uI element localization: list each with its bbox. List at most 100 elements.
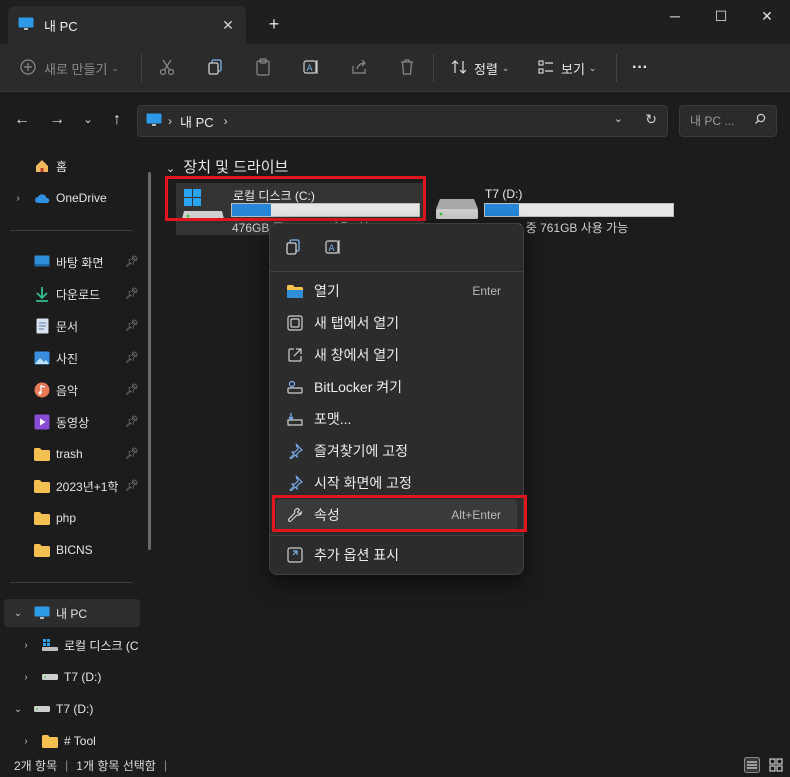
- menu-item-bitlocker[interactable]: BitLocker 켜기: [276, 371, 517, 403]
- sidebar-item-documents[interactable]: 문서 📌︎: [0, 312, 145, 340]
- sidebar-item-local-disk[interactable]: › 로컬 디스크 (C: [0, 631, 145, 659]
- delete-button[interactable]: [398, 54, 416, 82]
- search-placeholder: 내 PC ...: [690, 114, 735, 128]
- monitor-icon: [34, 605, 50, 621]
- drive-usage-bar: [484, 203, 674, 217]
- chevron-right-icon[interactable]: ›: [20, 640, 32, 651]
- sidebar-item-onedrive[interactable]: › OneDrive: [0, 184, 145, 212]
- pin-icon[interactable]: 📌︎: [125, 255, 139, 268]
- highlight-box-drive: [165, 176, 426, 221]
- rename-button[interactable]: A: [302, 54, 320, 82]
- menu-item-more-options[interactable]: 추가 옵션 표시: [276, 539, 517, 571]
- share-button[interactable]: [350, 54, 368, 82]
- drive-icon: [42, 669, 58, 685]
- menu-item-pin-quick-access[interactable]: 즐겨찾기에 고정: [276, 435, 517, 467]
- chevron-down-icon[interactable]: ⌄: [12, 608, 24, 619]
- pin-icon[interactable]: 📌︎: [125, 319, 139, 332]
- rename-icon[interactable]: A: [324, 238, 342, 259]
- address-bar[interactable]: › 내 PC › ⌄ ↻: [137, 105, 668, 137]
- copy-icon[interactable]: [284, 238, 302, 259]
- sidebar-item-this-pc[interactable]: ⌄ 내 PC: [4, 599, 140, 627]
- menu-item-shortcut: Enter: [472, 284, 501, 298]
- pin-icon[interactable]: 📌︎: [125, 351, 139, 364]
- close-button[interactable]: ✕: [744, 0, 790, 32]
- pictures-icon: [34, 350, 50, 366]
- chevron-down-icon: ⌄: [166, 163, 176, 175]
- pin-icon[interactable]: 📌︎: [125, 447, 139, 460]
- more-options-button[interactable]: ···: [632, 54, 648, 82]
- pin-icon[interactable]: 📌︎: [125, 479, 139, 492]
- sidebar-item-downloads[interactable]: 다운로드 📌︎: [0, 280, 145, 308]
- chevron-right-icon[interactable]: ›: [20, 672, 32, 683]
- pin-icon[interactable]: 📌︎: [125, 287, 139, 300]
- download-icon: [34, 286, 50, 302]
- folder-icon: [42, 733, 58, 749]
- folder-icon: [34, 510, 50, 526]
- new-tab-button[interactable]: +: [264, 12, 284, 36]
- tab-close-button[interactable]: ✕: [218, 15, 238, 35]
- menu-item-open-new-tab[interactable]: 새 탭에서 열기: [276, 307, 517, 339]
- group-header[interactable]: ⌄ 장치 및 드라이브: [166, 156, 288, 177]
- recent-locations-chevron-icon[interactable]: ⌄: [76, 108, 100, 132]
- navigation-pane: 홈 › OneDrive 바탕 화면 📌︎ 다운로드 📌︎ 문서 📌︎ 사진 📌…: [0, 148, 152, 753]
- sidebar-item-t7[interactable]: ⌄ T7 (D:): [0, 695, 145, 723]
- sidebar-item-php[interactable]: php: [0, 504, 145, 532]
- sidebar-item-label: 내 PC: [56, 606, 88, 621]
- folder-icon: [34, 542, 50, 558]
- minimize-button[interactable]: ─: [652, 0, 698, 32]
- sidebar-item-label: trash: [56, 447, 83, 461]
- sidebar-item-label: 홈: [56, 159, 68, 174]
- copy-button[interactable]: [206, 54, 224, 82]
- breadcrumb-this-pc[interactable]: 내 PC: [180, 112, 214, 131]
- cut-button[interactable]: [158, 54, 176, 82]
- format-drive-icon: [286, 410, 304, 428]
- status-separator: |: [163, 758, 167, 772]
- chevron-down-icon: ⌄: [501, 62, 510, 73]
- sidebar-item-desktop[interactable]: 바탕 화면 📌︎: [0, 248, 145, 276]
- sidebar-item-2023[interactable]: 2023년+1학 📌︎: [0, 472, 145, 500]
- chevron-right-icon[interactable]: ›: [12, 193, 24, 204]
- tiles-view-icon[interactable]: [768, 757, 784, 776]
- menu-item-format[interactable]: 포맷...: [276, 403, 517, 435]
- sidebar-item-label: php: [56, 511, 77, 525]
- chevron-right-icon[interactable]: ›: [20, 736, 32, 747]
- breadcrumb-chevron-icon[interactable]: ›: [224, 114, 228, 128]
- sidebar-item-home[interactable]: 홈: [0, 152, 145, 180]
- up-arrow-icon[interactable]: ↑: [105, 108, 129, 132]
- sidebar-item-tool[interactable]: › # Tool: [0, 727, 145, 755]
- tab-this-pc[interactable]: 내 PC ✕: [8, 6, 246, 44]
- sidebar-item-t7-child[interactable]: › T7 (D:): [0, 663, 145, 691]
- new-button[interactable]: 새로 만들기 ⌄: [20, 54, 119, 82]
- sidebar-item-music[interactable]: 음악 📌︎: [0, 376, 145, 404]
- toolbar-divider: [433, 54, 434, 82]
- address-dropdown-icon[interactable]: ⌄: [614, 112, 623, 125]
- sidebar-item-label: 음악: [56, 383, 79, 398]
- menu-item-open-new-window[interactable]: 새 창에서 열기: [276, 339, 517, 371]
- svg-text:A: A: [329, 244, 336, 254]
- sidebar-item-label: 문서: [56, 319, 79, 334]
- sidebar-item-videos[interactable]: 동영상 📌︎: [0, 408, 145, 436]
- sidebar-item-trash[interactable]: trash 📌︎: [0, 440, 145, 468]
- scissors-icon: [158, 58, 176, 79]
- back-arrow-icon[interactable]: ←: [10, 108, 34, 132]
- view-label: 보기: [561, 61, 585, 77]
- details-view-icon[interactable]: [744, 757, 760, 776]
- search-input[interactable]: 내 PC ...: [679, 105, 777, 137]
- sidebar-item-label: 동영상: [56, 415, 90, 430]
- sidebar-item-bicns[interactable]: BICNS: [0, 536, 145, 564]
- share-icon: [350, 58, 368, 79]
- forward-arrow-icon[interactable]: →: [45, 108, 69, 132]
- view-button[interactable]: 보기 ⌄: [537, 54, 596, 82]
- sidebar-item-pictures[interactable]: 사진 📌︎: [0, 344, 145, 372]
- sidebar-scrollbar[interactable]: [148, 172, 151, 550]
- pin-icon[interactable]: 📌︎: [125, 383, 139, 396]
- menu-item-label: 새 탭에서 열기: [314, 315, 400, 331]
- sort-button[interactable]: 정렬 ⌄: [450, 54, 509, 82]
- paste-button[interactable]: [254, 54, 272, 82]
- menu-item-open[interactable]: 열기 Enter: [276, 275, 517, 307]
- clipboard-icon: [254, 57, 272, 79]
- refresh-icon[interactable]: ↻: [645, 111, 657, 128]
- maximize-button[interactable]: ☐: [698, 0, 744, 32]
- chevron-down-icon[interactable]: ⌄: [12, 704, 24, 715]
- pin-icon[interactable]: 📌︎: [125, 415, 139, 428]
